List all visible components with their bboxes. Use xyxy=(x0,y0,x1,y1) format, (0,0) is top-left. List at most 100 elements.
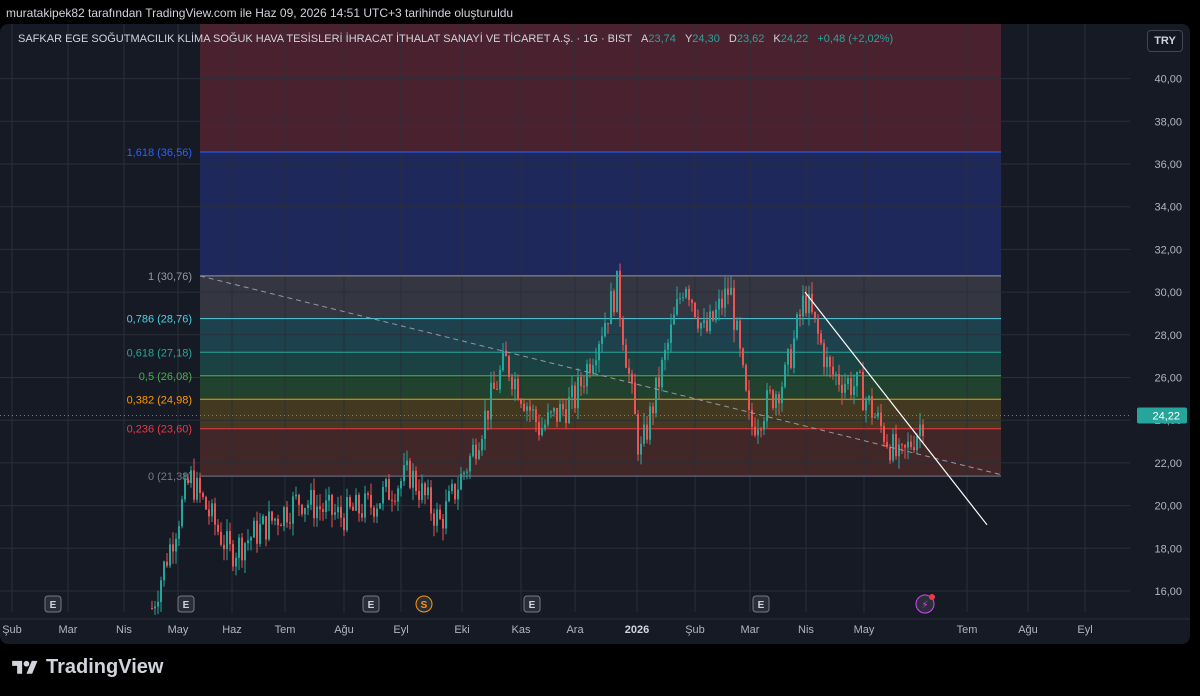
candle-body xyxy=(796,314,798,339)
time-tick-label: Nis xyxy=(798,624,814,636)
candle-body xyxy=(670,324,672,343)
candle-body xyxy=(190,470,192,484)
candle-body xyxy=(319,506,321,510)
candle-body xyxy=(538,422,540,436)
candle-body xyxy=(382,486,384,504)
candle-body xyxy=(760,429,762,431)
candle-body xyxy=(883,425,885,443)
candle-body xyxy=(859,371,861,373)
candle-body xyxy=(256,520,258,544)
candle-body xyxy=(589,364,591,374)
time-tick-label: Mar xyxy=(741,624,760,636)
split-marker[interactable]: S xyxy=(415,595,433,613)
candle-body xyxy=(856,371,858,387)
candle-body xyxy=(583,385,585,387)
candle-body xyxy=(823,343,825,368)
candle-body xyxy=(730,287,732,296)
candle-body xyxy=(508,356,510,377)
candle-body xyxy=(814,311,816,319)
close-value: 24,22 xyxy=(780,33,809,45)
candle-body xyxy=(328,494,330,501)
candle-body xyxy=(568,397,570,424)
candle-body xyxy=(679,298,681,300)
earnings-marker[interactable]: E xyxy=(362,595,380,613)
news-marker[interactable]: ⚡ xyxy=(915,594,935,614)
candle-body xyxy=(835,373,837,375)
candle-body xyxy=(640,443,642,455)
candle-body xyxy=(445,501,447,529)
candle-body xyxy=(502,350,504,370)
symbol-legend: SAFKAR EGE SOĞUTMACILIK KLİMA SOĞUK HAVA… xyxy=(18,33,893,45)
candle-body xyxy=(793,338,795,368)
candle-body xyxy=(490,382,492,420)
candle-body xyxy=(907,441,909,448)
candle-body xyxy=(250,537,252,541)
tradingview-logo[interactable]: TradingView xyxy=(10,656,163,679)
candle-body xyxy=(673,314,675,325)
time-axis[interactable]: Şub Mar Nis May Haz Tem Ağu Eyl Eki Kas Ara 2026 Şub… xyxy=(2,624,1092,636)
candle-body xyxy=(769,390,771,392)
fib-zone xyxy=(200,318,1001,353)
event-marker-label: ⚡ xyxy=(921,600,928,611)
candle-body xyxy=(877,412,879,417)
candle-body xyxy=(580,377,582,386)
time-tick-label: Mar xyxy=(59,624,78,636)
candle-body xyxy=(463,472,465,474)
candle-body xyxy=(184,478,186,500)
earnings-marker[interactable]: E xyxy=(177,595,195,613)
candle-body xyxy=(598,344,600,361)
candle-body xyxy=(373,507,375,517)
candle-body xyxy=(622,319,624,345)
candle-body xyxy=(364,493,366,518)
candle-body xyxy=(160,580,162,602)
low-value: 23,62 xyxy=(736,33,765,45)
candle-body xyxy=(439,509,441,519)
candle-body xyxy=(658,377,660,388)
candle-body xyxy=(565,409,567,424)
candle-body xyxy=(172,544,174,552)
candle-body xyxy=(244,543,246,561)
price-chart[interactable]: 1,618 (36,56) 1 (30,76) 0,786 (28,76) 0,618… xyxy=(0,24,1190,644)
candle-body xyxy=(889,446,891,461)
candle-body xyxy=(874,416,876,418)
earnings-marker[interactable]: E xyxy=(523,595,541,613)
price-tick-label: 20,00 xyxy=(1154,501,1182,513)
candle-body xyxy=(214,503,216,525)
fib-level-label: 0,5 (26,08) xyxy=(139,371,192,383)
candle-body xyxy=(376,508,378,517)
candle-body xyxy=(334,512,336,515)
time-tick-label: Şub xyxy=(2,624,22,636)
candle-body xyxy=(367,493,369,496)
currency-button[interactable]: TRY xyxy=(1147,30,1183,52)
candle-body xyxy=(898,444,900,457)
candle-body xyxy=(208,509,210,517)
earnings-marker[interactable]: E xyxy=(752,595,770,613)
candle-body xyxy=(697,317,699,329)
candle-body xyxy=(766,390,768,422)
candle-body xyxy=(397,488,399,502)
candle-body xyxy=(865,400,867,411)
candle-body xyxy=(466,471,468,473)
candle-body xyxy=(166,561,168,566)
time-tick-label: Eyl xyxy=(1077,624,1092,636)
candle-body xyxy=(421,483,423,500)
candle-body xyxy=(181,499,183,527)
candle-body xyxy=(247,540,249,544)
candle-body xyxy=(847,378,849,384)
candle-body xyxy=(649,406,651,440)
price-tick-label: 28,00 xyxy=(1154,330,1182,342)
candle-body xyxy=(310,490,312,505)
price-tick-label: 36,00 xyxy=(1154,159,1182,171)
candle-body xyxy=(241,537,243,561)
price-axis[interactable]: 16,0018,0020,0022,0024,0026,0028,0030,00… xyxy=(1154,74,1182,598)
candle-body xyxy=(517,378,519,400)
candle-body xyxy=(358,494,360,514)
price-tick-label: 18,00 xyxy=(1154,543,1182,555)
candle-body xyxy=(409,460,411,488)
candle-body xyxy=(826,356,828,368)
earnings-marker[interactable]: E xyxy=(44,595,62,613)
chart-frame[interactable]: 1,618 (36,56) 1 (30,76) 0,786 (28,76) 0,618… xyxy=(0,24,1190,644)
candle-body xyxy=(652,406,654,414)
candle-body xyxy=(196,477,198,500)
candle-body xyxy=(301,504,303,515)
